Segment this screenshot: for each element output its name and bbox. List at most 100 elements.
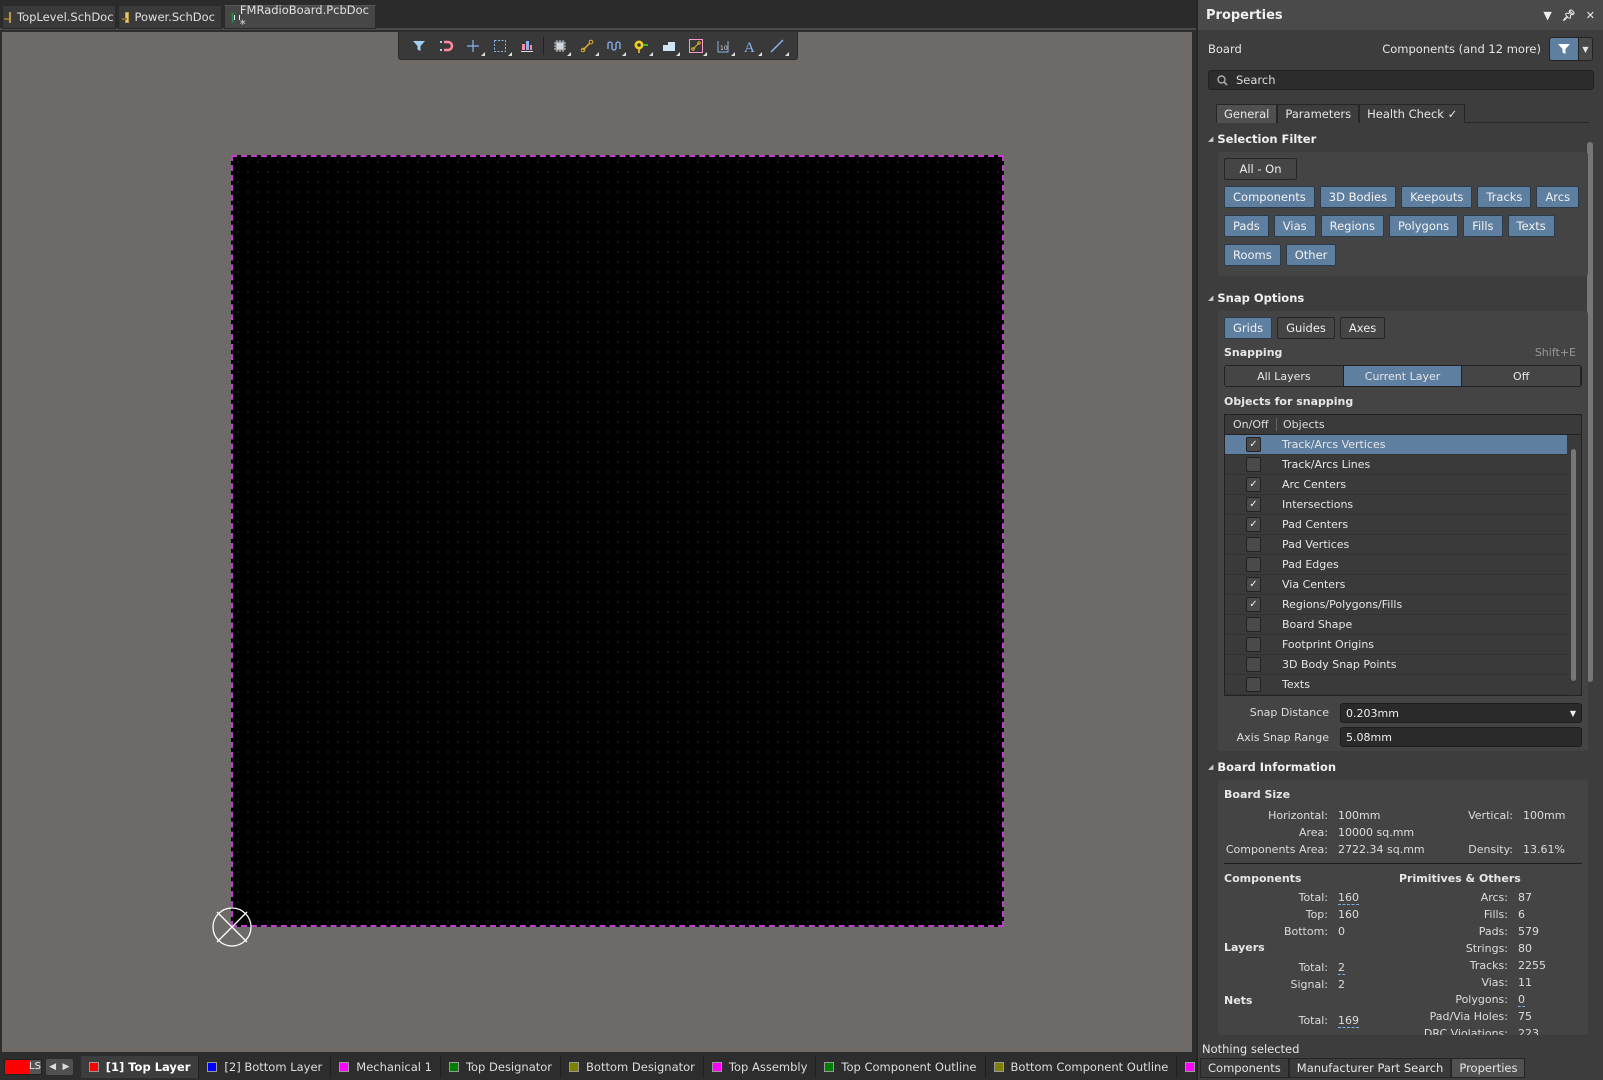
- col-objects[interactable]: Objects: [1277, 418, 1325, 431]
- filter-fills-button[interactable]: Fills: [1463, 215, 1503, 237]
- snap-object-checkbox[interactable]: [1246, 637, 1261, 652]
- snap-object-checkbox[interactable]: ✓: [1246, 577, 1261, 592]
- filter-tracks-button[interactable]: Tracks: [1477, 186, 1532, 208]
- filter-vias-button[interactable]: Vias: [1273, 215, 1316, 237]
- selection-filter-button[interactable]: [1549, 37, 1579, 61]
- pcb-canvas[interactable]: 10 A: [2, 32, 1192, 1052]
- place-string-tool[interactable]: A: [737, 34, 764, 58]
- col-onoff[interactable]: On/Off: [1225, 418, 1277, 431]
- place-line-tool[interactable]: [764, 34, 791, 58]
- snap-object-checkbox[interactable]: [1246, 657, 1261, 672]
- filter-dropdown-button[interactable]: ▼: [1579, 37, 1593, 61]
- tab-parameters[interactable]: Parameters: [1277, 104, 1360, 123]
- snap-object-checkbox[interactable]: [1246, 557, 1261, 572]
- board-outline[interactable]: [231, 155, 1004, 927]
- pin-icon[interactable]: 📌︎: [1562, 9, 1576, 22]
- select-rectangle-tool[interactable]: [487, 34, 514, 58]
- close-icon[interactable]: ✕: [1586, 9, 1595, 22]
- layer-tab-bottom-designator[interactable]: Bottom Designator: [561, 1056, 704, 1078]
- panel-menu-icon[interactable]: ▼: [1543, 9, 1551, 22]
- snap-object-row[interactable]: ✓ Via Centers: [1225, 575, 1567, 595]
- layer-prev-arrow-icon[interactable]: ◀: [49, 1062, 56, 1072]
- snap-object-checkbox[interactable]: ✓: [1246, 517, 1261, 532]
- snap-axes-button[interactable]: Axes: [1339, 317, 1386, 339]
- place-component-tool[interactable]: [546, 34, 573, 58]
- filter-arcs-button[interactable]: Arcs: [1536, 186, 1580, 208]
- filter-texts-button[interactable]: Texts: [1507, 215, 1555, 237]
- snap-object-row[interactable]: Track/Arcs Lines: [1225, 455, 1567, 475]
- nets-total-link[interactable]: 169: [1338, 1014, 1359, 1028]
- filter-keepouts-button[interactable]: Keepouts: [1401, 186, 1473, 208]
- place-dimension-tool[interactable]: 10: [709, 34, 736, 58]
- snap-object-row[interactable]: Pad Edges: [1225, 555, 1567, 575]
- snap-guides-button[interactable]: Guides: [1277, 317, 1335, 339]
- layer-next-arrow-icon[interactable]: ▶: [63, 1062, 70, 1072]
- snap-object-row[interactable]: ✓ Pad Centers: [1225, 515, 1567, 535]
- table-scrollbar[interactable]: [1569, 437, 1579, 693]
- layer-tab-top-component-outline[interactable]: Top Component Outline: [816, 1056, 986, 1078]
- board-info-header[interactable]: ◢ Board Information: [1208, 758, 1336, 776]
- snap-object-row[interactable]: Footprint Origins: [1225, 635, 1567, 655]
- snap-object-checkbox[interactable]: ✓: [1246, 477, 1261, 492]
- snap-object-checkbox[interactable]: [1246, 457, 1261, 472]
- tab-health-check[interactable]: Health Check ✓: [1359, 104, 1466, 123]
- snap-object-checkbox[interactable]: [1246, 617, 1261, 632]
- layer-tab-mechanical-1[interactable]: Mechanical 1: [331, 1056, 441, 1078]
- snapping-all-layers-option[interactable]: All Layers: [1225, 366, 1344, 386]
- panel-tab-properties[interactable]: Properties: [1451, 1058, 1526, 1078]
- place-fill-tool[interactable]: [655, 34, 682, 58]
- tab-toplevel-schdoc[interactable]: TopLevel.SchDoc: [2, 5, 116, 29]
- snap-object-row[interactable]: Texts: [1225, 675, 1567, 695]
- snap-distance-dropdown[interactable]: 0.203mm ▼: [1340, 703, 1582, 723]
- polygons-link[interactable]: 0: [1518, 993, 1525, 1007]
- snap-object-row[interactable]: 3D Body Snap Points: [1225, 655, 1567, 675]
- comp-total-link[interactable]: 160: [1338, 891, 1359, 905]
- place-via-tool[interactable]: [628, 34, 655, 58]
- snap-object-row[interactable]: ✓ Arc Centers: [1225, 475, 1567, 495]
- snap-object-checkbox[interactable]: [1246, 677, 1261, 692]
- magnet-tool[interactable]: [432, 34, 459, 58]
- snap-object-checkbox[interactable]: [1246, 537, 1261, 552]
- snap-object-row[interactable]: ✓ Intersections: [1225, 495, 1567, 515]
- filter-components-button[interactable]: Components: [1224, 186, 1315, 208]
- layer-tab-2-bottom-layer[interactable]: [2] Bottom Layer: [199, 1056, 332, 1078]
- layer-set-button[interactable]: LS: [4, 1059, 42, 1075]
- filter-tool[interactable]: [405, 34, 432, 58]
- route-tool[interactable]: [573, 34, 600, 58]
- search-input[interactable]: Search: [1208, 70, 1594, 90]
- snap-object-checkbox[interactable]: ✓: [1246, 497, 1261, 512]
- snap-object-row[interactable]: Pad Vertices: [1225, 535, 1567, 555]
- snap-options-header[interactable]: ◢ Snap Options: [1208, 289, 1304, 307]
- tab-general[interactable]: General: [1216, 104, 1278, 123]
- crosshair-tool[interactable]: [459, 34, 486, 58]
- snapping-current-layer-option[interactable]: Current Layer: [1343, 366, 1463, 386]
- length-tune-tool[interactable]: [601, 34, 628, 58]
- all-on-button[interactable]: All - On: [1224, 158, 1297, 180]
- snapping-off-option[interactable]: Off: [1462, 366, 1581, 386]
- snap-object-row[interactable]: ✓ Regions/Polygons/Fills: [1225, 595, 1567, 615]
- layer-tab-1-top-layer[interactable]: [1] Top Layer: [80, 1056, 200, 1078]
- layer-tab-top-assembly[interactable]: Top Assembly: [704, 1056, 817, 1078]
- snap-object-row[interactable]: Board Shape: [1225, 615, 1567, 635]
- tab-fmradioboard-pcbdoc[interactable]: FMRadioBoard.PcbDoc *: [224, 3, 376, 31]
- align-tool[interactable]: [514, 34, 541, 58]
- snap-object-row[interactable]: ✓ Track/Arcs Vertices: [1225, 435, 1567, 455]
- filter-3d-bodies-button[interactable]: 3D Bodies: [1319, 186, 1397, 208]
- layers-total-link[interactable]: 2: [1338, 961, 1345, 975]
- layer-tab-top-designator[interactable]: Top Designator: [441, 1056, 562, 1078]
- tab-power-schdoc[interactable]: Power.SchDoc: [118, 5, 222, 29]
- filter-pads-button[interactable]: Pads: [1224, 215, 1269, 237]
- axis-snap-range-input[interactable]: 5.08mm: [1340, 727, 1582, 747]
- selection-filter-header[interactable]: ◢ Selection Filter: [1208, 130, 1316, 148]
- snap-object-checkbox[interactable]: ✓: [1246, 437, 1261, 452]
- snap-grids-button[interactable]: Grids: [1224, 317, 1273, 339]
- drc-link[interactable]: 223: [1518, 1027, 1539, 1035]
- layer-tab-top-3d-body[interactable]: Top 3D Body: [1177, 1056, 1196, 1078]
- layer-tab-bottom-component-outline[interactable]: Bottom Component Outline: [986, 1056, 1178, 1078]
- filter-regions-button[interactable]: Regions: [1320, 215, 1384, 237]
- place-track-tool[interactable]: [682, 34, 709, 58]
- table-scrollbar-thumb[interactable]: [1571, 449, 1576, 681]
- panel-tab-manufacturer-part-search[interactable]: Manufacturer Part Search: [1288, 1058, 1452, 1078]
- filter-polygons-button[interactable]: Polygons: [1389, 215, 1459, 237]
- panel-tab-components[interactable]: Components: [1200, 1058, 1289, 1078]
